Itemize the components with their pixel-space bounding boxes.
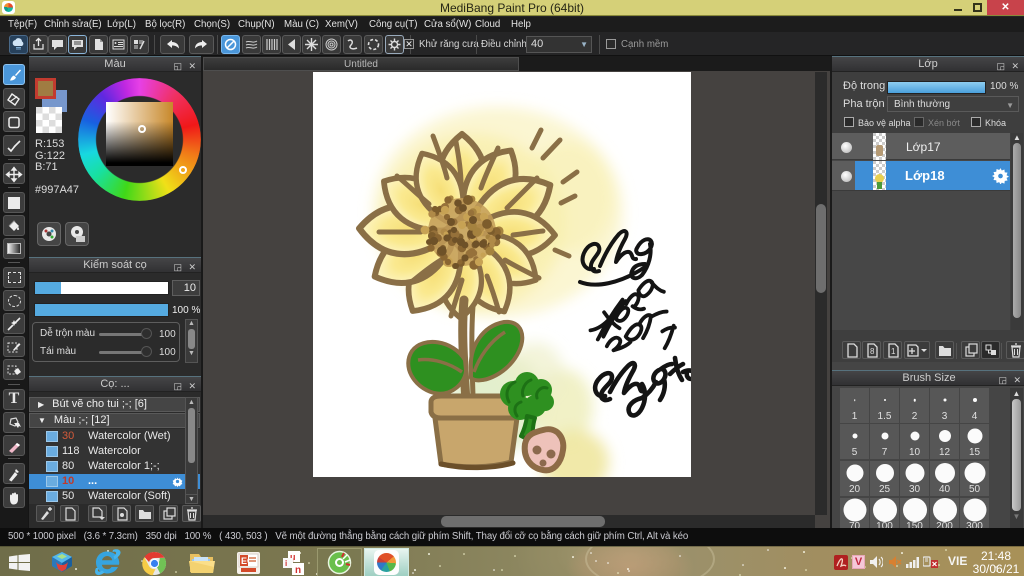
svg-text:n: n	[295, 565, 301, 575]
svg-text:i: i	[285, 559, 287, 568]
svg-text:1: 1	[891, 347, 896, 356]
svg-text:8: 8	[870, 347, 875, 356]
